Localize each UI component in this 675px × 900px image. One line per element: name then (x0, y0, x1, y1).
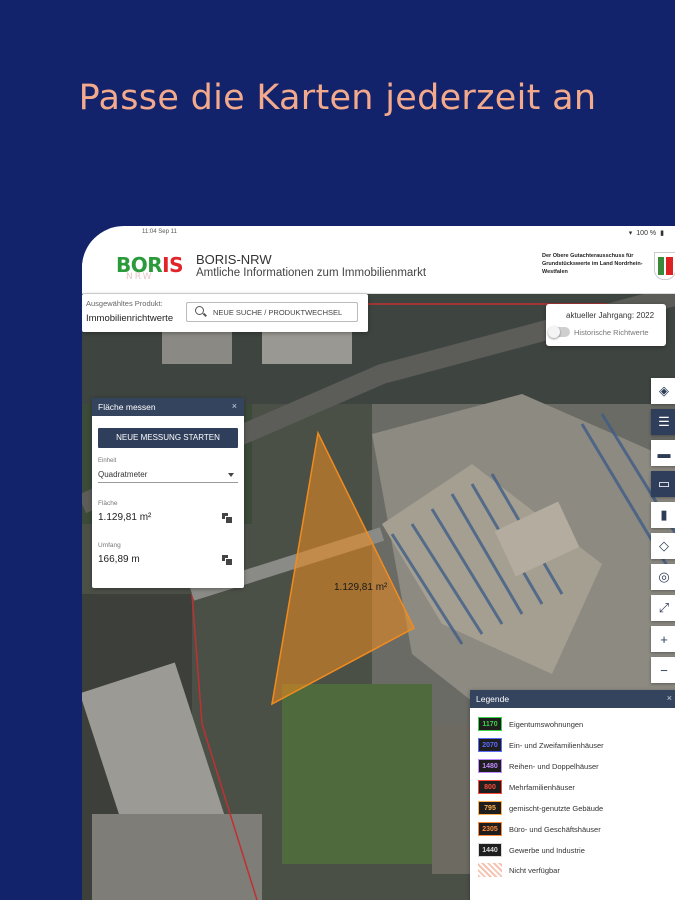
hatch-swatch (478, 863, 502, 877)
app-subtitle: Amtliche Informationen zum Immobilienmar… (196, 267, 427, 279)
historic-values-label: Historische Richtwerte (574, 328, 649, 337)
status-bar: 11:04 Sep 11 ▾ 100 % ▮ (82, 226, 675, 240)
nrw-crest-icon (654, 252, 675, 280)
legend-header: Legende × (470, 690, 675, 708)
unit-label: Einheit (98, 458, 117, 464)
legend-value-badge: 795 (478, 801, 502, 815)
start-measurement-button[interactable]: NEUE MESSUNG STARTEN (98, 428, 238, 448)
org-name: Der Obere Gutachterausschuss für Grundst… (542, 253, 643, 275)
measure-panel-header: Fläche messen × (92, 398, 244, 416)
product-label: Ausgewähltes Produkt: (86, 299, 163, 308)
new-search-button[interactable]: NEUE SUCHE / PRODUKTWECHSEL (186, 302, 358, 322)
current-year-label: aktueller Jahrgang: 2022 (566, 311, 655, 320)
legend-value-badge: 800 (478, 780, 502, 794)
copy-icon[interactable] (222, 513, 233, 524)
app-title: BORIS-NRW (196, 252, 272, 267)
legend-value-badge: 2305 (478, 822, 502, 836)
ruler-icon[interactable]: ▬ (651, 440, 675, 466)
tablet-screen: 11:04 Sep 11 ▾ 100 % ▮ BORIS NRW BORIS-N… (82, 226, 675, 900)
legend-value-badge: 1440 (478, 843, 502, 857)
unit-select[interactable]: Quadratmeter (98, 467, 238, 483)
legend-item-unavailable: Nicht verfügbar (478, 862, 560, 878)
status-time: 11:04 Sep 11 (142, 229, 177, 235)
legend-item: 2070 Ein- und Zweifamilienhäuser (478, 737, 604, 753)
historic-values-toggle[interactable] (548, 326, 570, 338)
boris-logo[interactable]: BORIS NRW (116, 253, 184, 282)
legend-item: 1440 Gewerbe und Industrie (478, 842, 585, 858)
year-panel: aktueller Jahrgang: 2022 Historische Ric… (546, 304, 666, 346)
area-label: Fläche (98, 500, 118, 507)
globe-icon[interactable]: ◎ (651, 564, 675, 590)
search-icon (195, 306, 204, 315)
zoom-out-icon[interactable]: − (651, 657, 675, 683)
legend-item: 2305 Büro- und Geschäftshäuser (478, 821, 601, 837)
bookmark-icon[interactable]: ▮ (651, 502, 675, 528)
locate-icon[interactable]: ◇ (651, 533, 675, 559)
legend-value-badge: 1480 (478, 759, 502, 773)
legend-item: 1480 Reihen- und Doppelhäuser (478, 758, 599, 774)
close-icon[interactable]: × (232, 401, 237, 411)
legend-item-label: Büro- und Geschäftshäuser (509, 824, 601, 834)
copy-icon[interactable] (222, 555, 233, 566)
measure-area-panel: Fläche messen × NEUE MESSUNG STARTEN Ein… (92, 398, 244, 588)
perimeter-label: Umfang (98, 542, 121, 549)
legend-item: 800 Mehrfamilienhäuser (478, 779, 575, 795)
battery-level: 100 % (636, 229, 657, 237)
legend-item-label: Ein- und Zweifamilienhäuser (509, 740, 604, 750)
logo-subtext: NRW (126, 272, 154, 282)
legend-item: 1170 Eigentumswohnungen (478, 716, 583, 732)
close-icon[interactable]: × (667, 693, 672, 703)
legend-item-label: Eigentumswohnungen (509, 719, 584, 729)
headline: Passe die Karten jederzeit an (78, 78, 597, 118)
wifi-icon: ▾ (628, 230, 633, 237)
legend-item-label: Mehrfamilienhäuser (509, 782, 575, 792)
legend-panel: Legende × 1170 Eigentumswohnungen 2070 Ein-… (470, 690, 675, 900)
product-value: Immobilienrichtwerte (86, 313, 174, 324)
legend-value-badge: 1170 (478, 717, 502, 731)
legend-value-badge: 2070 (478, 738, 502, 752)
list-icon[interactable]: ☰ (651, 409, 675, 435)
app-header: BORIS NRW BORIS-NRW Amtliche Information… (82, 240, 675, 294)
layers-icon[interactable]: ◈ (651, 378, 675, 404)
perimeter-value: 166,89 m (98, 554, 140, 565)
area-value: 1.129,81 m² (98, 512, 152, 523)
chevron-down-icon (228, 473, 234, 477)
legend-item-label: Reihen- und Doppelhäuser (509, 761, 599, 771)
legend-item: 795 gemischt-genutzte Gebäude (478, 800, 603, 816)
zoom-in-icon[interactable]: + (651, 626, 675, 652)
legend-item-label: gemischt-genutzte Gebäude (509, 803, 604, 813)
folder-icon[interactable]: ▭ (651, 471, 675, 497)
battery-icon: ▮ (660, 230, 664, 237)
fullscreen-icon[interactable]: ⤢ (651, 595, 675, 621)
legend-item-label: Gewerbe und Industrie (509, 845, 585, 855)
product-selector: Ausgewähltes Produkt: Immobilienrichtwer… (82, 294, 368, 332)
map-area-label: 1.129,81 m² (334, 582, 388, 593)
